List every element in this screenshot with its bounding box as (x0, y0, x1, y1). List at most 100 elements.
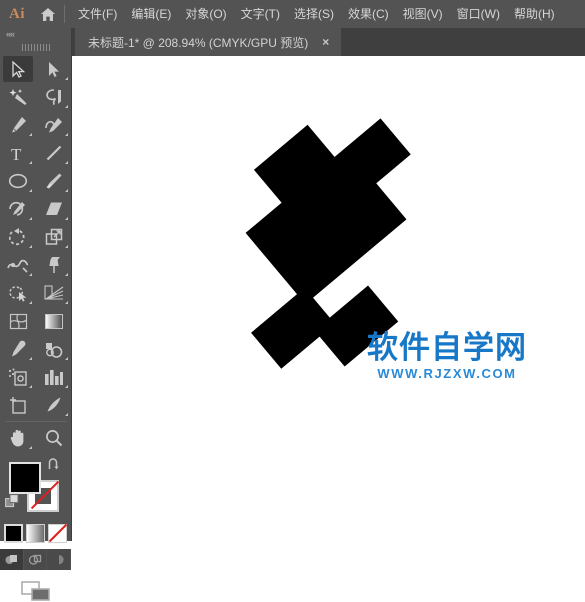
ellipse-icon (8, 173, 28, 189)
pushpin-icon (48, 257, 60, 273)
perspective-grid-icon (43, 284, 63, 300)
magnifier-icon (46, 430, 63, 447)
draw-normal-icon (5, 555, 18, 564)
change-screen-mode[interactable] (0, 580, 71, 602)
lasso-icon (46, 89, 61, 106)
illustrator-window: Ai 文件(F) 编辑(E) 对象(O) 文字(T) 选择(S) 效果(C) 视… (0, 0, 585, 601)
eyedropper-icon (12, 340, 26, 357)
scale-tool[interactable] (36, 223, 72, 251)
tool-divider (5, 421, 67, 422)
drag-grip[interactable] (0, 41, 71, 53)
white-arrow-icon (49, 61, 59, 77)
menu-separator (64, 5, 65, 23)
swap-fill-stroke-icon[interactable] (47, 458, 60, 476)
eraser-tool[interactable] (36, 195, 72, 223)
color-mode-solid[interactable] (4, 524, 23, 543)
shape-builder-tool[interactable] (0, 279, 36, 307)
default-fill-stroke-icon[interactable] (5, 494, 20, 514)
eraser-icon (46, 202, 62, 215)
shaper-tool[interactable] (0, 195, 36, 223)
hand-icon (10, 429, 23, 447)
color-mode-buttons (0, 524, 71, 543)
draw-inside[interactable] (47, 549, 72, 570)
ai-logo: Ai (9, 5, 25, 22)
zoom-tool[interactable] (36, 424, 72, 452)
shaper-pencil-icon (9, 201, 25, 216)
symbol-sprayer-tool[interactable] (0, 363, 36, 391)
blend-icon (46, 342, 63, 358)
symbol-sprayer-icon (8, 368, 27, 386)
shape-builder-icon (8, 285, 26, 302)
artboard-tool[interactable] (0, 391, 36, 419)
menu-select[interactable]: 选择(S) (287, 4, 341, 25)
pen-tool[interactable] (0, 111, 36, 139)
lasso-tool[interactable] (36, 83, 72, 111)
paintbrush-icon (46, 173, 62, 189)
draw-normal[interactable] (0, 549, 24, 570)
bar-chart-icon (45, 369, 63, 385)
slice-tool[interactable] (36, 391, 72, 419)
width-warp-icon (7, 259, 29, 273)
collapse-panel-icon[interactable]: «« (0, 28, 71, 41)
document-canvas[interactable]: 软件自学网 WWW.RJZXW.COM (72, 56, 585, 541)
selection-tool[interactable] (0, 55, 36, 83)
tools-panel: «« T (0, 28, 72, 601)
menu-type[interactable]: 文字(T) (234, 4, 287, 25)
menu-edit[interactable]: 编辑(E) (124, 4, 178, 25)
curvature-tool[interactable] (36, 111, 72, 139)
menu-effect[interactable]: 效果(C) (341, 4, 396, 25)
color-mode-none[interactable] (48, 524, 67, 543)
artboard-icon (9, 397, 26, 414)
menu-object[interactable]: 对象(O) (178, 4, 233, 25)
ellipse-tool[interactable] (0, 167, 36, 195)
draw-behind[interactable] (23, 549, 48, 570)
free-transform-tool[interactable] (36, 251, 72, 279)
arrow-cursor-icon (11, 60, 25, 78)
type-tool[interactable]: T (0, 139, 36, 167)
screen-mode-icon (20, 581, 50, 601)
direct-selection-tool[interactable] (36, 55, 72, 83)
tool-grid: T (0, 55, 71, 452)
svg-text:T: T (11, 145, 22, 162)
menu-window[interactable]: 窗口(W) (450, 4, 507, 25)
gradient-tool[interactable] (36, 307, 72, 335)
fill-stroke-controls (0, 456, 71, 522)
close-icon[interactable]: × (322, 36, 329, 48)
hand-tool[interactable] (0, 424, 36, 452)
menu-help[interactable]: 帮助(H) (507, 4, 562, 25)
document-tab[interactable]: 未标题-1* @ 208.94% (CMYK/GPU 预览) × (75, 28, 342, 56)
rotate-icon (8, 228, 25, 246)
watermark-title: 软件自学网 (367, 330, 527, 366)
tab-bar: 未标题-1* @ 208.94% (CMYK/GPU 预览) × (0, 28, 585, 56)
rotated-rectangles-group[interactable] (72, 56, 585, 541)
pen-icon (12, 117, 26, 133)
color-mode-gradient[interactable] (26, 524, 45, 543)
draw-behind-icon (28, 554, 42, 565)
width-tool[interactable] (0, 251, 36, 279)
knife-icon (47, 397, 61, 412)
blend-tool[interactable] (36, 335, 72, 363)
perspective-grid-tool[interactable] (36, 279, 72, 307)
mesh-tool[interactable] (0, 307, 36, 335)
fill-swatch[interactable] (9, 462, 41, 494)
document-tab-label: 未标题-1* @ 208.94% (CMYK/GPU 预览) (88, 35, 309, 50)
scale-icon (45, 228, 63, 245)
curvature-icon (45, 118, 62, 133)
type-t-icon: T (11, 145, 22, 162)
menu-view[interactable]: 视图(V) (396, 4, 450, 25)
home-icon[interactable] (34, 0, 62, 28)
menu-items: 文件(F) 编辑(E) 对象(O) 文字(T) 选择(S) 效果(C) 视图(V… (71, 4, 562, 25)
draw-inside-icon (58, 555, 64, 565)
magic-wand-tool[interactable] (0, 83, 36, 111)
tool-corner-indicator (65, 77, 68, 80)
paintbrush-tool[interactable] (36, 167, 72, 195)
watermark-url: WWW.RJZXW.COM (377, 366, 517, 381)
line-segment-tool[interactable] (36, 139, 72, 167)
column-graph-tool[interactable] (36, 363, 72, 391)
menu-file[interactable]: 文件(F) (71, 4, 124, 25)
eyedropper-tool[interactable] (0, 335, 36, 363)
mesh-icon (9, 313, 27, 329)
rotate-tool[interactable] (0, 223, 36, 251)
draw-mode-buttons (0, 549, 72, 570)
gradient-icon (45, 313, 63, 329)
